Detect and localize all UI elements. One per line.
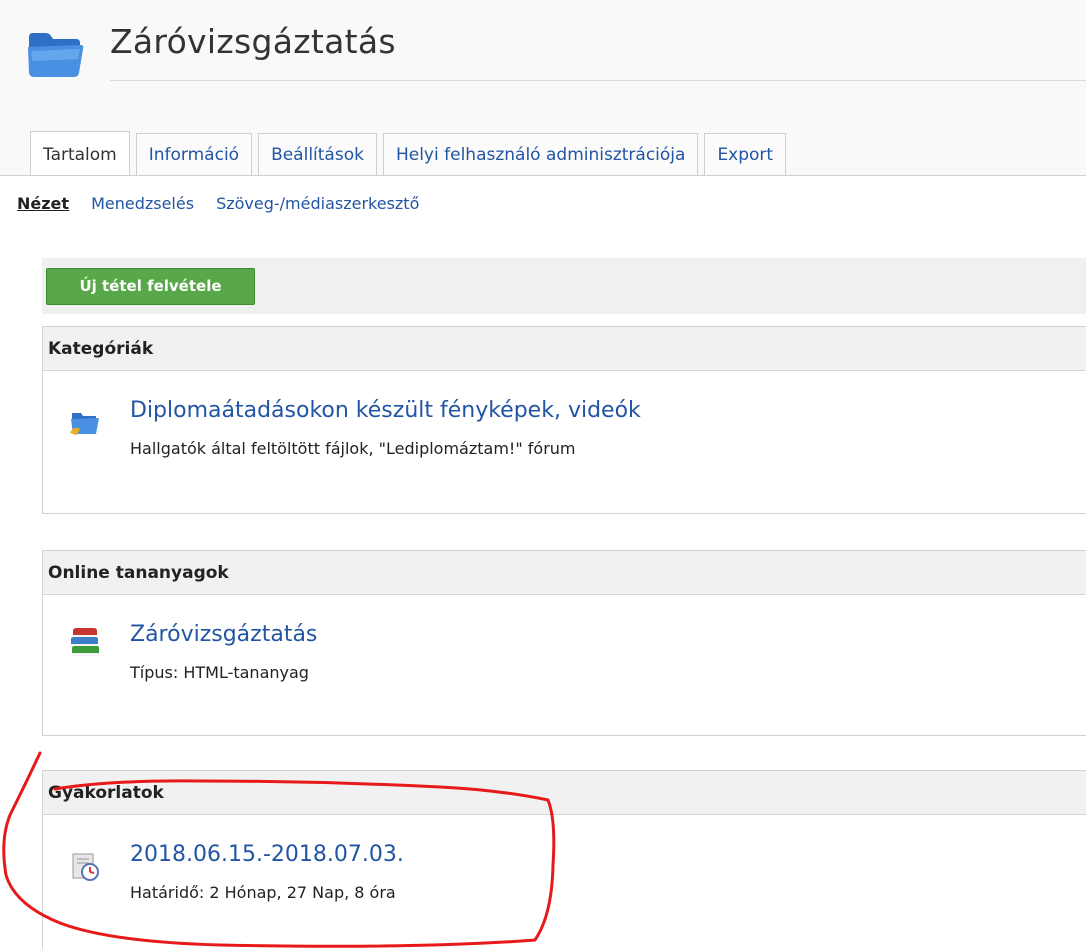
exercise-clock-icon [72,853,99,881]
categories-block: Kategóriák Diplomaátadásokon készült fén… [42,326,1086,514]
exercises-block-title: Gyakorlatok [43,771,1086,815]
subtab-bar: Nézet Menedzselés Szöveg-/médiaszerkeszt… [17,194,441,213]
tab-local-user-admin[interactable]: Helyi felhasználó adminisztrációja [382,133,699,175]
tab-bar: Tartalom Információ Beállítások Helyi fe… [30,130,792,176]
category-link[interactable]: Diplomaátadásokon készült fényképek, vid… [130,398,641,423]
add-new-item-button[interactable]: Új tétel felvétele [46,268,255,305]
list-item: Záróvizsgáztatás Típus: HTML-tananyag [43,595,1086,779]
exercise-link[interactable]: 2018.06.15.-2018.07.03. [130,842,404,867]
list-item: 2018.06.15.-2018.07.03. Határidő: 2 Hóna… [43,815,1086,949]
learning-module-type: Típus: HTML-tananyag [130,663,309,682]
page-title: Záróvizsgáztatás [110,22,396,61]
category-description: Hallgatók által feltöltött fájlok, "Ledi… [130,439,576,458]
toolbar: Új tétel felvétele [42,258,1086,314]
page: Záróvizsgáztatás Tartalom Információ Beá… [0,0,1086,949]
title-divider [110,80,1086,81]
learning-module-link[interactable]: Záróvizsgáztatás [130,622,317,647]
subtab-manage[interactable]: Menedzselés [91,194,194,213]
tab-information[interactable]: Információ [135,133,253,175]
subtab-view[interactable]: Nézet [17,194,69,213]
tab-content[interactable]: Tartalom [30,131,130,176]
category-folder-icon [70,413,99,435]
exercise-deadline: Határidő: 2 Hónap, 27 Nap, 8 óra [130,883,396,902]
list-item: Diplomaátadásokon készült fényképek, vid… [43,371,1086,557]
online-materials-block-title: Online tananyagok [43,551,1086,595]
online-materials-block: Online tananyagok Záróvizsgáztatás Típus… [42,550,1086,736]
categories-block-title: Kategóriák [43,327,1086,371]
tab-settings[interactable]: Beállítások [258,133,377,175]
tab-export[interactable]: Export [704,133,787,175]
exercises-block: Gyakorlatok 2018.06.15.-2018.07.03. Hatá… [42,770,1086,949]
folder-icon [28,33,84,77]
subtab-text-media-editor[interactable]: Szöveg-/médiaszerkesztő [216,194,419,213]
tab-divider [0,175,1086,176]
header: Záróvizsgáztatás Tartalom Információ Beá… [0,0,1086,176]
books-icon [71,628,99,656]
